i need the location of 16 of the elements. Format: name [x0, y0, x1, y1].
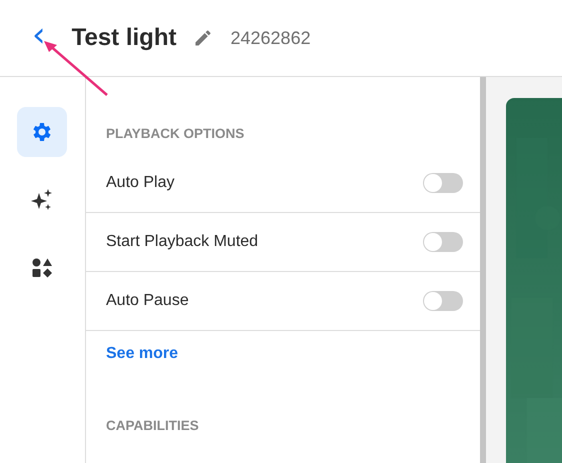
shapes-icon [30, 256, 54, 280]
setting-label: Auto Play [106, 174, 174, 192]
toggle-switch[interactable] [423, 173, 463, 193]
scrollbar[interactable] [480, 77, 486, 463]
back-button[interactable]: ‹ [28, 18, 52, 58]
section-title: CAPABILITIES [105, 417, 200, 433]
item-id: 24262862 [230, 28, 311, 48]
see-more-link[interactable]: See more [106, 345, 178, 363]
setting-label: Start Playback Muted [106, 233, 258, 251]
setting-label: Auto Pause [106, 292, 189, 310]
page-title: Test light [72, 24, 176, 52]
toggle-switch[interactable] [423, 291, 463, 311]
section-title: PLAYBACK OPTIONS [105, 125, 246, 143]
toggle-switch[interactable] [423, 232, 463, 252]
edit-button[interactable] [192, 28, 212, 48]
pencil-icon [192, 28, 212, 48]
